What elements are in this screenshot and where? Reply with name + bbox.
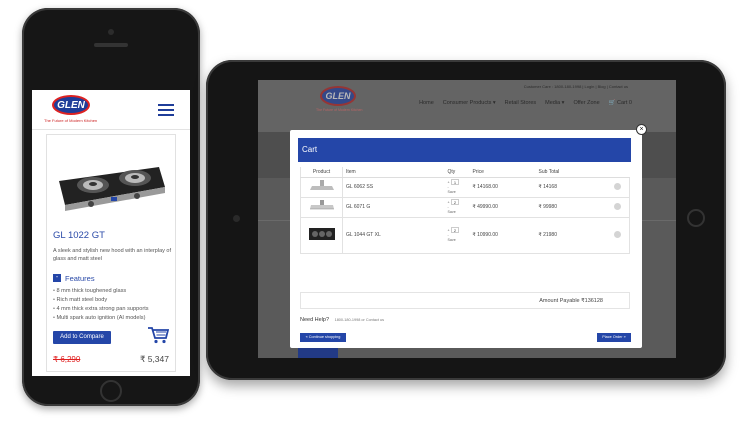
cart-icon[interactable] [147,326,169,344]
phone-screen: GLEN The Future of Modern Kitchen GL 102… [32,90,190,376]
product-thumbnail [300,217,343,254]
price-cell: ₹ 14168.00 [469,177,536,198]
qty-input[interactable]: 1 [451,178,459,185]
feature-item: Rich matt steel body [53,296,175,305]
qty-up[interactable]: + [448,228,450,232]
cart-table: Product Item Qty Price Sub Total GL 6062… [300,167,630,254]
phone-camera [108,29,114,35]
remove-cell [605,197,630,218]
item-name[interactable]: GL 1044 GT XL [342,217,445,254]
glen-logo[interactable]: GLEN [52,95,90,115]
item-name[interactable]: GL 6062 SS [342,177,445,198]
price-cell: ₹ 10990.00 [469,217,536,254]
save-link[interactable]: Save [448,210,467,215]
save-link[interactable]: Save [448,190,467,195]
phone-speaker [94,43,128,47]
need-help-label: Need Help? [300,317,330,323]
cart-modal-title: Cart [298,138,631,162]
subtotal-cell: ₹ 99980 [535,197,606,218]
feature-item: 4 mm thick extra strong pan supports [53,305,175,314]
column-header: Product [300,167,343,178]
feature-item: Multi spark auto ignition (AI models) [53,314,175,323]
nav-home[interactable]: Home [419,100,434,106]
remove-item-icon[interactable] [613,182,621,190]
column-header-remove [605,167,630,178]
phone-device: GLEN The Future of Modern Kitchen GL 102… [22,8,200,406]
glen-logo[interactable]: GLEN [320,86,356,106]
cart-modal: Cart Product Item Qty Price Sub Total GL… [290,130,642,348]
logo-tagline: The Future of Modern Kitchen [44,118,98,123]
table-row: GL 1044 GT XL + 2 - Save ₹ 10990.00 ₹ 21… [300,217,630,254]
qty-up[interactable]: + [448,200,450,204]
nav-offer-zone[interactable]: Offer Zone [573,100,599,106]
product-title: GL 1022 GT [53,230,105,241]
feature-item: 8 mm thick toughened glass [53,287,175,296]
need-help: Need Help? 1800-180-1998 or Contact us [300,317,384,323]
column-header: Price [469,167,536,178]
main-nav: Home Consumer Products ▾ Retail Stores M… [419,100,632,106]
tablet-screen: GLEN The Future of Modern Kitchen Custom… [258,80,676,358]
continue-shopping-button[interactable]: « Continue shopping [300,333,346,342]
site-header: GLEN The Future of Modern Kitchen Custom… [258,80,676,132]
old-price: ₹ 6,290 [53,355,81,364]
add-to-compare-button[interactable]: Add to Compare [53,331,111,344]
item-name[interactable]: GL 6071 G [342,197,445,218]
chimney-hood-image [309,200,334,210]
help-contact[interactable]: 1800-180-1998 or Contact us [335,318,384,322]
hamburger-menu-icon[interactable] [158,104,174,119]
remove-cell [605,177,630,198]
tablet-camera [233,215,240,222]
gas-stove-image [59,167,165,211]
qty-cell: + 2 - Save [444,217,470,254]
subtotal-cell: ₹ 21980 [535,217,606,254]
features-list: 8 mm thick toughened glass Rich matt ste… [53,287,175,323]
nav-consumer-products[interactable]: Consumer Products ▾ [443,100,496,106]
product-card: GL 1022 GT A sleek and stylish new hood … [46,134,176,372]
product-thumbnail [300,177,343,198]
price-cell: ₹ 49990.00 [469,197,536,218]
qty-input[interactable]: 2 [451,198,459,205]
nav-retail-stores[interactable]: Retail Stores [505,100,537,106]
place-order-button[interactable]: Place Order » [597,333,631,342]
footer-block [298,348,338,358]
phone-home-button [100,380,122,402]
column-header: Item [342,167,445,178]
nav-media[interactable]: Media ▾ [545,100,564,106]
remove-item-icon[interactable] [613,202,621,210]
remove-item-icon[interactable] [613,230,621,238]
features-toggle[interactable]: - [53,274,61,282]
logo-tagline: The Future of Modern Kitchen [316,108,363,112]
remove-cell [605,217,630,254]
close-icon[interactable]: × [636,124,647,135]
features-heading[interactable]: Features [65,274,95,283]
device-mockup-stage: GLEN The Future of Modern Kitchen GL 102… [0,0,750,425]
tablet-device: GLEN The Future of Modern Kitchen Custom… [206,60,726,380]
mobile-header: GLEN The Future of Modern Kitchen [32,90,190,130]
qty-input[interactable]: 2 [451,226,459,233]
qty-up[interactable]: + [448,180,450,184]
sale-price: ₹ 5,347 [139,354,169,364]
subtotal-cell: ₹ 14168 [535,177,606,198]
qty-cell: + 2 - Save [444,197,470,218]
save-link[interactable]: Save [448,238,467,243]
table-header-row: Product Item Qty Price Sub Total [300,167,630,178]
table-row: GL 6071 G + 2 - Save ₹ 49990.00 ₹ 99980 [300,197,630,218]
column-header: Sub Total [535,167,606,178]
tablet-home-button [687,209,705,227]
table-row: GL 6062 SS + 1 - Save ₹ 14168.00 ₹ 14168 [300,177,630,198]
qty-cell: + 1 - Save [444,177,470,198]
product-thumbnail [300,197,343,218]
chimney-hood-image [309,180,334,190]
nav-cart[interactable]: 🛒 Cart 0 [609,100,632,106]
top-utility-bar[interactable]: Customer Care : 1800-180-1998 | Login | … [524,84,628,89]
gas-stove-image [308,228,335,240]
amount-payable: Amount Payable ₹136128 [300,292,630,309]
column-header: Qty [444,167,470,178]
product-description: A sleek and stylish new hood with an int… [53,248,172,262]
